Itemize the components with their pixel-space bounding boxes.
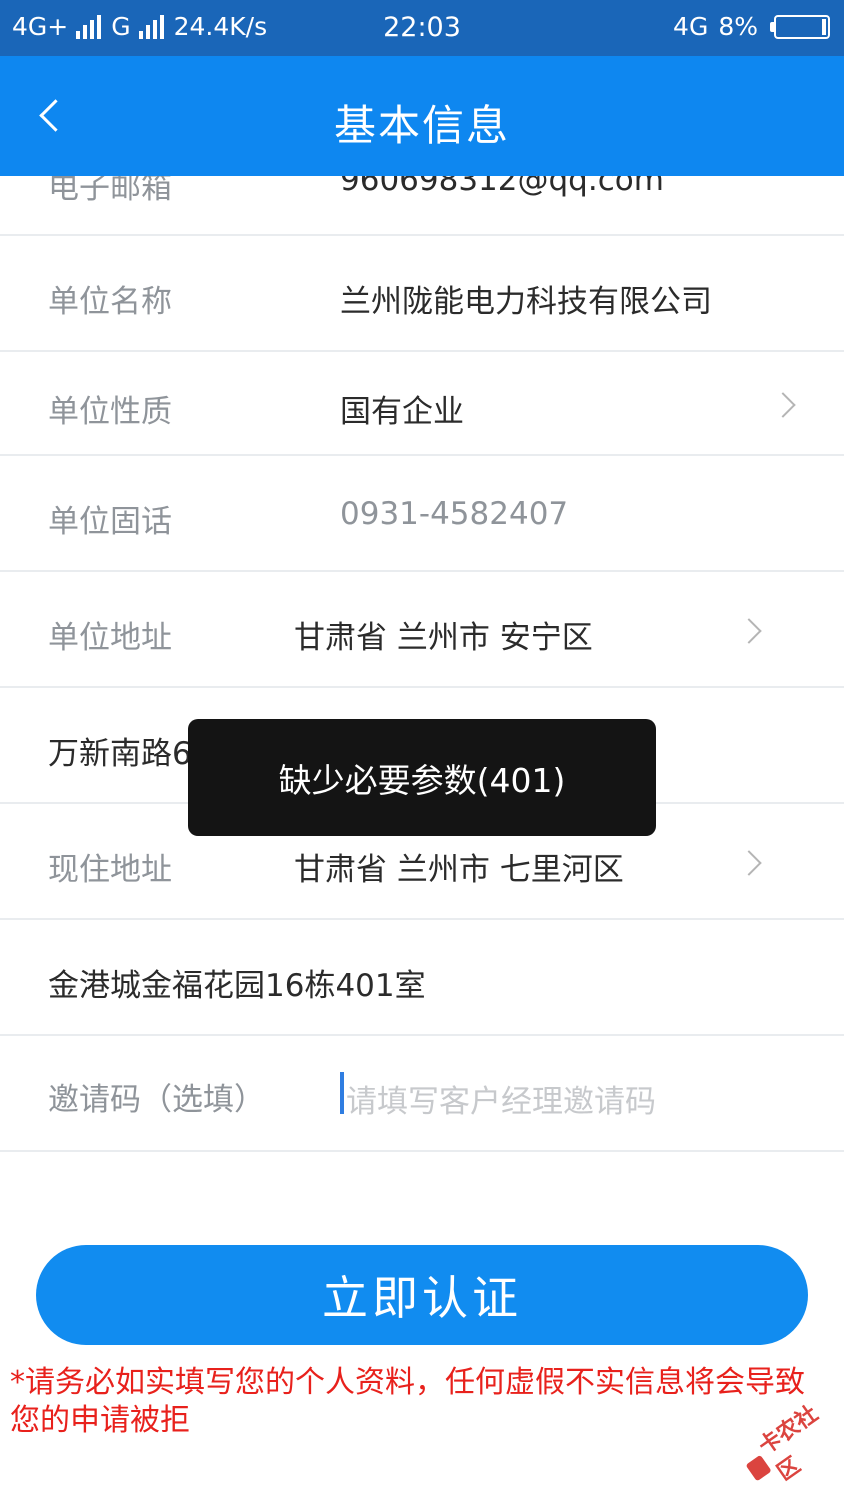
home-address-label: 现住地址 — [48, 852, 172, 888]
error-toast: 缺少必要参数(401) — [188, 719, 656, 836]
submit-button[interactable]: 立即认证 — [36, 1245, 808, 1345]
company-label: 单位名称 — [48, 284, 172, 320]
app-bar: 基本信息 — [0, 56, 844, 176]
phone-value: 0931-4582407 — [340, 496, 569, 532]
company-address-label: 单位地址 — [48, 620, 172, 656]
battery-icon — [770, 14, 830, 39]
status-bar: 4G+ G 24.4K/s 22:03 4G 8% — [0, 0, 844, 56]
chevron-right-icon — [736, 618, 762, 644]
warning-text: *请务必如实填写您的个人资料，任何虚假不实信息将会导致您的申请被拒 — [10, 1365, 805, 1438]
form-row-home-address-detail[interactable]: 金港城金福花园16栋401室 — [0, 920, 844, 1036]
company-address-value: 甘肃省 兰州市 安宁区 — [294, 620, 593, 656]
phone-label: 单位固话 — [48, 504, 172, 540]
invite-code-label: 邀请码（选填） — [48, 1082, 265, 1118]
chevron-right-icon — [770, 392, 796, 418]
nature-value: 国有企业 — [340, 394, 464, 430]
home-address-value: 甘肃省 兰州市 七里河区 — [294, 852, 624, 888]
form-row-phone[interactable]: 单位固话 0931-4582407 — [0, 456, 844, 572]
chevron-right-icon — [736, 850, 762, 876]
battery-percent: 8% — [718, 12, 758, 41]
form-row-nature[interactable]: 单位性质 国有企业 — [0, 352, 844, 456]
nature-label: 单位性质 — [48, 394, 172, 430]
form-row-company[interactable]: 单位名称 兰州陇能电力科技有限公司 — [0, 236, 844, 352]
network-type-right: 4G — [673, 12, 709, 41]
page-title: 基本信息 — [333, 101, 510, 150]
company-value: 兰州陇能电力科技有限公司 — [340, 284, 712, 320]
text-cursor — [340, 1072, 344, 1114]
form-row-company-address[interactable]: 单位地址 甘肃省 兰州市 安宁区 — [0, 572, 844, 688]
home-address-detail: 金港城金福花园16栋401室 — [48, 968, 426, 1004]
invite-code-input[interactable]: 请填写客户经理邀请码 — [346, 1076, 656, 1121]
